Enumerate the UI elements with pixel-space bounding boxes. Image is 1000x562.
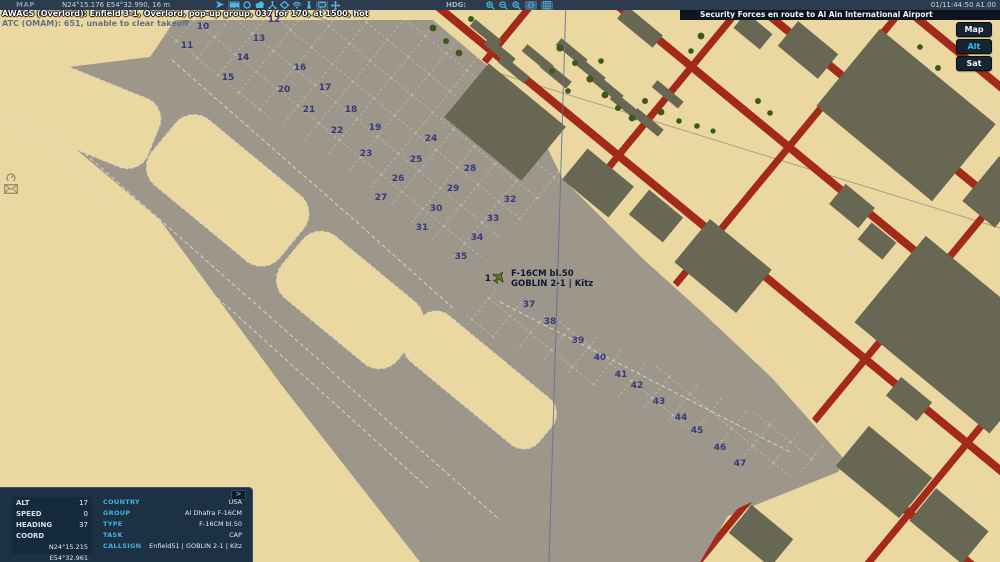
parking-spot-number: 39: [572, 336, 585, 346]
zoom-in-icon[interactable]: [486, 0, 495, 10]
telemetry-box: ALT 17 SPEED 0 HEADING 37 COORD N24°15.2…: [12, 497, 92, 562]
layer-button-map[interactable]: Map: [956, 22, 992, 37]
parking-spot-number: 19: [369, 123, 382, 133]
detail-row-task: TASK CAP: [103, 531, 242, 539]
parking-spot-number: 27: [375, 193, 388, 203]
beacon-icon[interactable]: [305, 1, 313, 9]
map-canvas[interactable]: 1011121314151617181920212223242526272829…: [0, 0, 1000, 562]
layer-switcher: Map Alt Sat: [956, 22, 992, 71]
parking-spot-number: 24: [425, 134, 438, 144]
parking-spot-number: 40: [594, 353, 607, 363]
map-overlay-icons: [4, 172, 18, 194]
stat-row-coord-value: N24°15.215 E54°32.961: [48, 543, 88, 562]
share-icon[interactable]: [268, 1, 277, 9]
stat-row-heading: HEADING 37: [16, 521, 88, 529]
cursor-icon[interactable]: [216, 1, 225, 9]
chat-icon[interactable]: [316, 0, 328, 10]
atc-message: ATC (OMAM): 651, unable to clear takeoff: [2, 19, 189, 28]
clouds-icon[interactable]: [254, 1, 265, 9]
unit-details: COUNTRY USA GROUP Al Dhafra F-16CM TYPE …: [103, 497, 242, 552]
detail-row-group: GROUP Al Dhafra F-16CM: [103, 509, 242, 517]
parking-spot-number: 11: [181, 41, 194, 51]
gauge-icon[interactable]: [5, 172, 17, 181]
parking-spot-number: 30: [430, 204, 443, 214]
layer-button-alt[interactable]: Alt: [956, 39, 992, 54]
parking-spot-number: 29: [447, 184, 460, 194]
move-icon[interactable]: [331, 0, 340, 10]
stat-row-speed: SPEED 0: [16, 510, 88, 518]
zoom-box-icon[interactable]: [512, 0, 521, 10]
parking-spot-number: 45: [691, 426, 704, 436]
parking-spot-number: 28: [464, 164, 477, 174]
diamond-icon[interactable]: [280, 1, 289, 9]
awacs-message: AWACS (Overlord): Enfield 3-1, Overlord,…: [2, 9, 369, 18]
heading-label: HDG:: [446, 1, 467, 9]
parking-spot-number: 21: [303, 105, 316, 115]
parking-spot-number: 42: [631, 381, 644, 391]
parking-spot-number: 23: [360, 149, 373, 159]
parking-spot-number: 44: [675, 413, 688, 423]
parking-spot-number: 14: [237, 53, 250, 63]
unit-type-label: F-16CM bl.50: [511, 269, 574, 279]
parking-spot-number: 46: [714, 443, 727, 453]
mission-clock: 01/11:44:50 A1.00: [930, 1, 996, 9]
parking-spot-number: 41: [615, 370, 628, 380]
globe-icon[interactable]: [525, 0, 537, 10]
cursor-coordinates: N24°15.176 E54°32.990, 16 m: [62, 1, 171, 9]
grid-icon[interactable]: [541, 0, 553, 10]
circle-icon[interactable]: [243, 1, 251, 9]
detail-row-type: TYPE F-16CM bl.50: [103, 520, 242, 528]
parking-spot-number: 31: [416, 223, 429, 233]
unit-index: 1: [485, 274, 491, 284]
event-banner: Security Forces en route to Al Ain Inter…: [680, 10, 1000, 20]
layer-button-sat[interactable]: Sat: [956, 56, 992, 71]
zoom-out-icon[interactable]: [499, 0, 508, 10]
parking-spot-number: 38: [544, 317, 557, 327]
parking-spot-number: 10: [197, 22, 210, 32]
unit-callsign-label: GOBLIN 2-1 | Kitz: [511, 279, 593, 289]
top-toolbar: MAP N24°15.176 E54°32.990, 16 m HDG: 01/…: [0, 0, 1000, 10]
parking-spot-number: 18: [345, 105, 358, 115]
parking-spot-number: 35: [455, 252, 468, 262]
detail-row-callsign: CALLSIGN Enfield51 | GOBLIN 2-1 | Kitz: [103, 542, 242, 550]
stat-row-coord: COORD: [16, 532, 45, 540]
parking-spot-number: 22: [331, 126, 344, 136]
f10-map-screen: 10 11 12 13 14 15 16 17 18 19 20 21 22 23 24 25 26 27 28 29…: [0, 0, 1000, 562]
parking-spot-number: 17: [319, 83, 332, 93]
parking-spot-number: 26: [392, 174, 405, 184]
parking-spot-number: 43: [653, 397, 666, 407]
parking-spot-number: 20: [278, 85, 291, 95]
parking-spot-number: 25: [410, 155, 423, 165]
parking-spot-number: 37: [523, 300, 536, 310]
camera-icon[interactable]: [228, 0, 240, 10]
parking-spot-number: 34: [471, 233, 484, 243]
stat-row-alt: ALT 17: [16, 499, 88, 507]
parking-spot-number: 13: [253, 34, 266, 44]
parking-spot-number: 33: [487, 214, 500, 224]
message-envelope-icon[interactable]: [4, 184, 18, 194]
map-mode-label: MAP: [16, 1, 36, 9]
parking-spot-number: 16: [294, 63, 307, 73]
parking-spot-number: 15: [222, 73, 235, 83]
unit-info-panel: > ALT 17 SPEED 0 HEADING 37 COORD N24°15…: [0, 487, 253, 562]
detail-row-country: COUNTRY USA: [103, 498, 242, 506]
wifi-icon[interactable]: [292, 1, 302, 9]
parking-spot-number: 47: [734, 459, 747, 469]
parking-spot-number: 32: [504, 195, 517, 205]
